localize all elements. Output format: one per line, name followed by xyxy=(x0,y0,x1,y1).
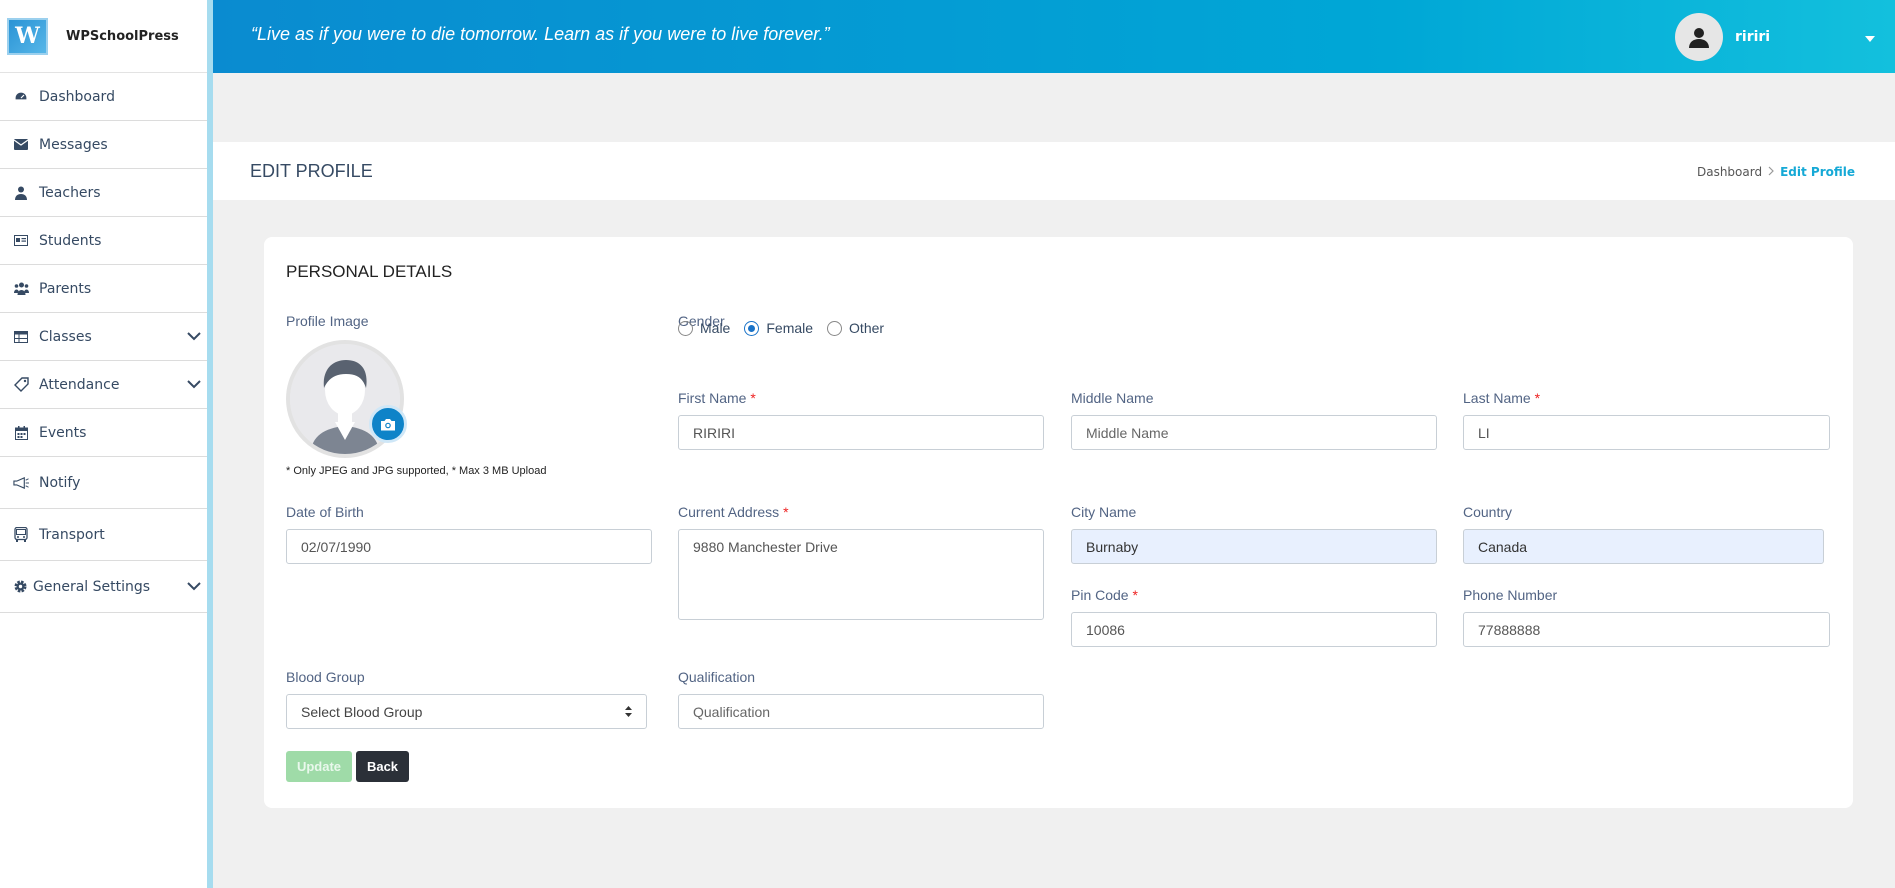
sidebar-item-label: Teachers xyxy=(39,184,101,201)
last-name-field[interactable]: LI xyxy=(1463,415,1830,450)
qualification-label: Qualification xyxy=(678,669,756,685)
chevron-down-icon[interactable] xyxy=(187,329,201,345)
sidebar-item-classes[interactable]: Classes xyxy=(0,313,207,361)
page-title: EDIT PROFILE xyxy=(250,161,373,181)
blood-group-value: Select Blood Group xyxy=(301,703,423,720)
middle-name-field[interactable]: Middle Name xyxy=(1071,415,1437,450)
header-quote: “Live as if you were to die tomorrow. Le… xyxy=(251,24,830,44)
sidebar-item-label: Attendance xyxy=(39,376,120,393)
users-icon xyxy=(13,282,29,296)
pin-code-label: Pin Code * xyxy=(1071,587,1138,603)
back-button[interactable]: Back xyxy=(356,751,409,782)
username[interactable]: ririri xyxy=(1735,29,1865,45)
breadcrumb: Dashboard Edit Profile xyxy=(1697,165,1855,179)
teacher-icon xyxy=(13,186,29,200)
top-bar: “Live as if you were to die tomorrow. Le… xyxy=(213,0,1895,73)
phone-label: Phone Number xyxy=(1463,587,1558,603)
last-name-label: Last Name * xyxy=(1463,390,1541,406)
chevron-right-icon xyxy=(1768,165,1774,179)
brand-name: WPSchoolPress xyxy=(66,28,179,44)
avatar[interactable] xyxy=(1675,12,1723,61)
gender-radio-group: Male Female Other xyxy=(678,320,898,336)
sidebar-item-label: Transport xyxy=(39,526,105,543)
select-arrows-icon xyxy=(625,704,632,720)
address-label: Current Address * xyxy=(678,504,789,520)
camera-icon[interactable] xyxy=(369,405,407,443)
table-icon xyxy=(13,330,29,344)
breadcrumb-current: Edit Profile xyxy=(1780,165,1855,179)
calendar-icon xyxy=(13,425,29,440)
radio-button[interactable] xyxy=(827,320,843,336)
radio-button-selected[interactable] xyxy=(744,320,760,336)
sidebar-item-transport[interactable]: Transport xyxy=(0,509,207,561)
sidebar-item-parents[interactable]: Parents xyxy=(0,265,207,313)
section-title: PERSONAL DETAILS xyxy=(286,262,453,281)
update-button[interactable]: Update xyxy=(286,751,352,782)
middle-name-label: Middle Name xyxy=(1071,390,1154,406)
sidebar-item-label: Students xyxy=(39,232,102,249)
bus-icon xyxy=(13,527,29,542)
address-textarea[interactable]: 9880 Manchester Drive xyxy=(678,529,1044,620)
first-name-field[interactable]: RIRIRI xyxy=(678,415,1044,450)
sidebar-item-label: General Settings xyxy=(33,578,151,595)
profile-image-label: Profile Image xyxy=(286,313,369,329)
chevron-down-icon[interactable] xyxy=(187,377,201,393)
radio-label: Other xyxy=(849,320,885,336)
upload-hint: * Only JPEG and JPG supported, * Max 3 M… xyxy=(286,465,547,477)
gear-icon xyxy=(12,580,28,594)
id-card-icon xyxy=(13,234,29,248)
sidebar-item-label: Classes xyxy=(39,328,92,345)
radio-label: Male xyxy=(700,320,731,336)
first-name-label: First Name * xyxy=(678,390,756,406)
country-label: Country xyxy=(1463,504,1513,520)
sidebar-item-label: Messages xyxy=(39,136,108,153)
personal-details-card: PERSONAL DETAILS Profile Image * Only JP… xyxy=(264,237,1853,808)
sidebar-item-messages[interactable]: Messages xyxy=(0,121,207,169)
dob-field[interactable]: 02/07/1990 xyxy=(286,529,652,564)
sidebar: W WPSchoolPress Dashboard Messages Teach… xyxy=(0,0,213,888)
wordpress-logo: W xyxy=(7,17,48,55)
sidebar-item-label: Dashboard xyxy=(39,88,115,105)
blood-group-select[interactable]: Select Blood Group xyxy=(286,694,647,729)
sidebar-item-dashboard[interactable]: Dashboard xyxy=(0,73,207,121)
envelope-icon xyxy=(13,138,29,152)
sidebar-item-attendance[interactable]: Attendance xyxy=(0,361,207,409)
country-field[interactable]: Canada xyxy=(1463,529,1824,564)
user-icon xyxy=(1689,27,1709,48)
sidebar-item-label: Events xyxy=(39,424,87,441)
phone-field[interactable]: 77888888 xyxy=(1463,612,1830,647)
sidebar-item-general-settings[interactable]: General Settings xyxy=(0,561,207,613)
sidebar-item-notify[interactable]: Notify xyxy=(0,457,207,509)
dob-label: Date of Birth xyxy=(286,504,364,520)
qualification-field[interactable]: Qualification xyxy=(678,694,1044,729)
city-field[interactable]: Burnaby xyxy=(1071,529,1437,564)
gender-option-female[interactable]: Female xyxy=(744,320,813,336)
radio-label: Female xyxy=(766,320,814,336)
tag-icon xyxy=(13,377,29,392)
megaphone-icon xyxy=(13,476,29,490)
sidebar-item-label: Parents xyxy=(39,280,92,297)
dashboard-icon xyxy=(13,90,29,104)
radio-button[interactable] xyxy=(678,320,693,336)
caret-down-icon[interactable] xyxy=(1865,27,1875,46)
breadcrumb-home-link[interactable]: Dashboard xyxy=(1697,165,1762,179)
pin-code-field[interactable]: 10086 xyxy=(1071,612,1437,647)
sidebar-item-label: Notify xyxy=(39,474,81,491)
chevron-down-icon[interactable] xyxy=(187,579,201,595)
gender-option-other[interactable]: Other xyxy=(827,320,884,336)
gender-option-male[interactable]: Male xyxy=(678,320,730,336)
blood-group-label: Blood Group xyxy=(286,669,365,685)
sidebar-item-students[interactable]: Students xyxy=(0,217,207,265)
page-header: EDIT PROFILE Dashboard Edit Profile xyxy=(213,142,1895,200)
city-label: City Name xyxy=(1071,504,1137,520)
user-menu[interactable]: ririri xyxy=(1675,0,1895,73)
brand[interactable]: W WPSchoolPress xyxy=(0,0,207,73)
sidebar-item-teachers[interactable]: Teachers xyxy=(0,169,207,217)
sidebar-item-events[interactable]: Events xyxy=(0,409,207,457)
